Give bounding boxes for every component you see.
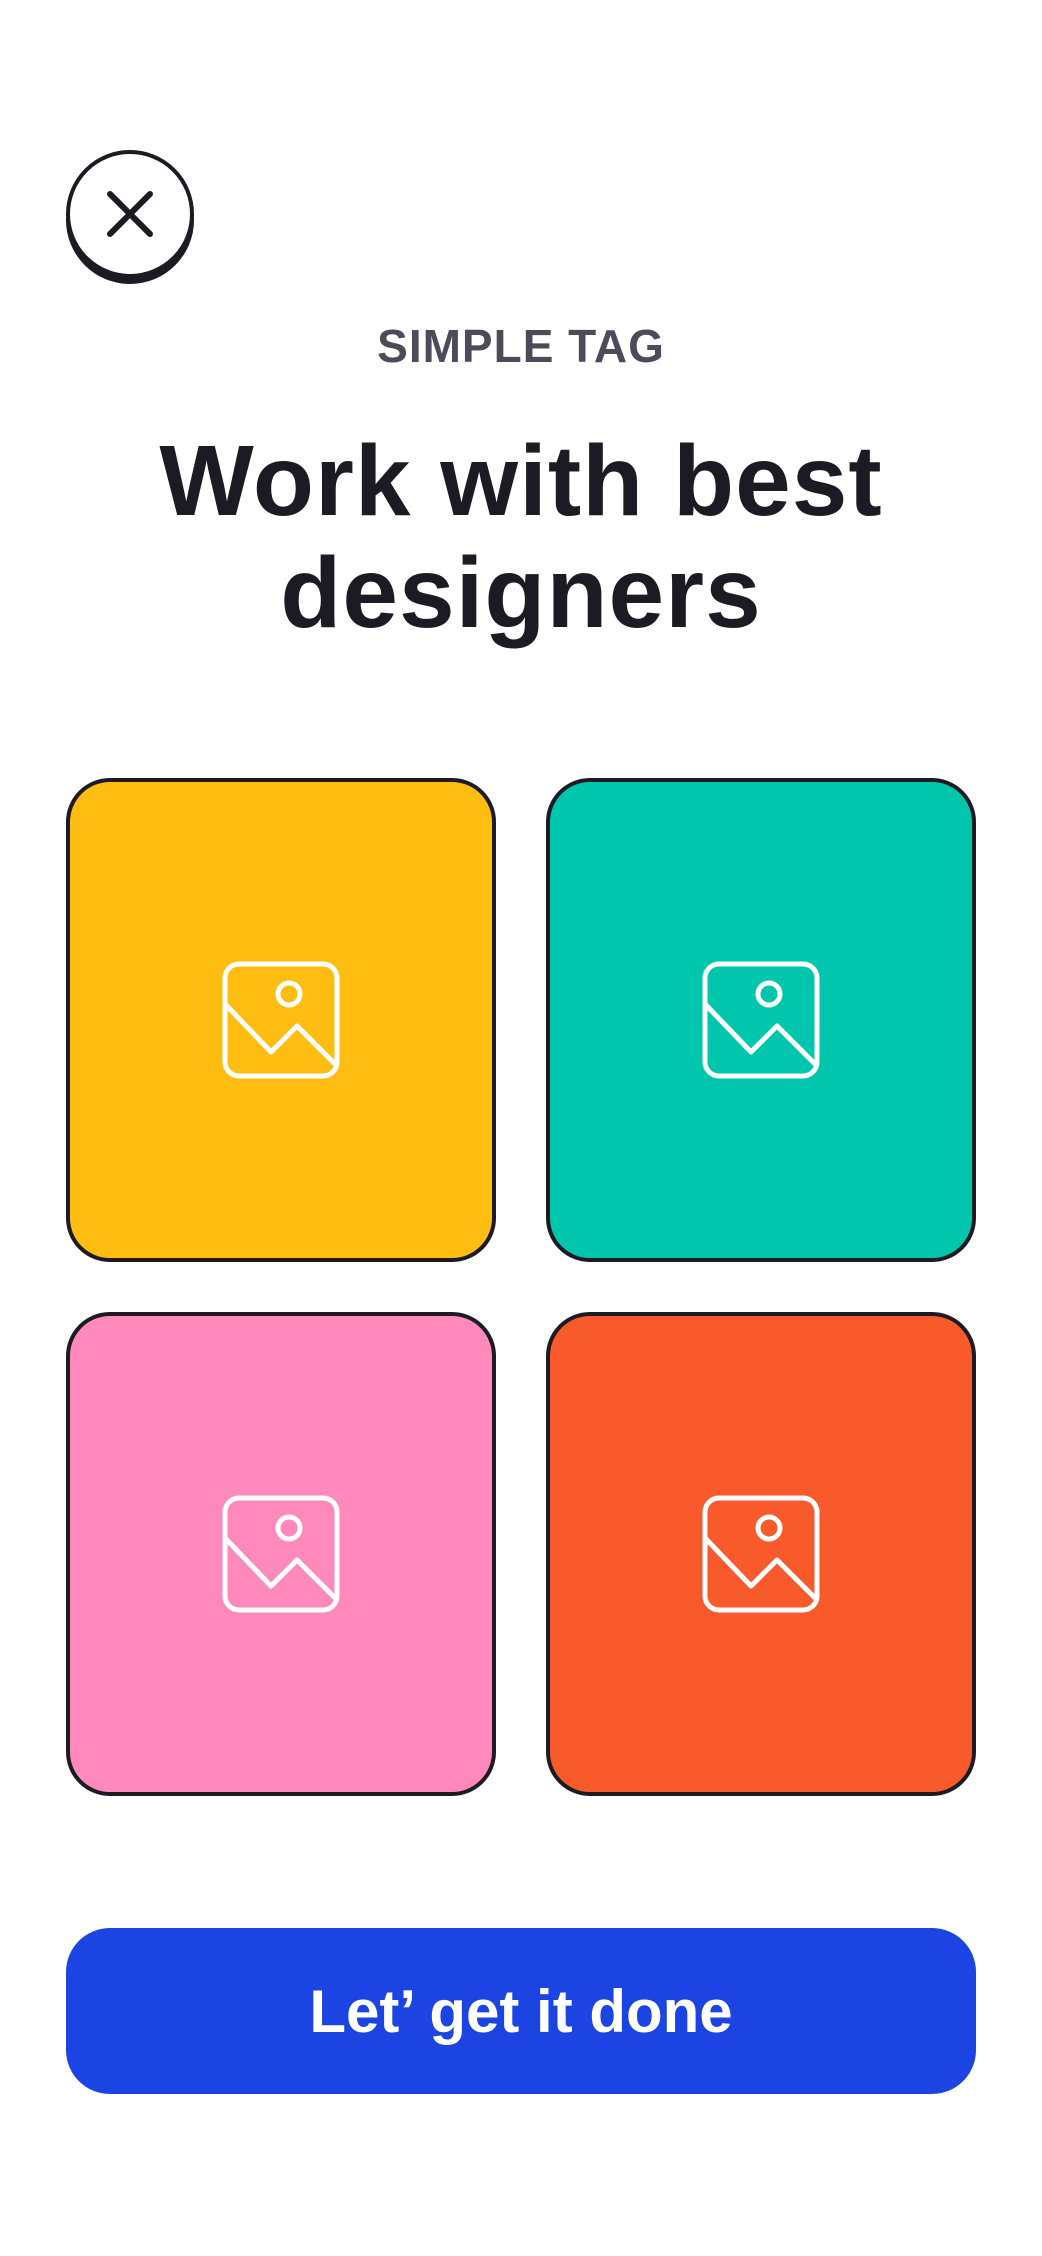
designer-tile-2[interactable] [546, 778, 976, 1262]
designer-tile-4[interactable] [546, 1312, 976, 1796]
designer-grid [66, 778, 976, 1796]
designer-tile-1[interactable] [66, 778, 496, 1262]
eyebrow-tag: SIMPLE TAG [377, 320, 665, 372]
page-title-line-2: designers [280, 537, 762, 649]
image-icon [702, 1495, 820, 1613]
close-button[interactable] [66, 150, 194, 278]
image-icon [222, 961, 340, 1079]
get-it-done-button[interactable]: Let’ get it done [66, 1928, 976, 2094]
image-icon [702, 961, 820, 1079]
image-icon [222, 1495, 340, 1613]
page-title: Work with best designers [60, 425, 982, 649]
designer-tile-3[interactable] [66, 1312, 496, 1796]
page-title-line-1: Work with best [159, 425, 883, 537]
close-icon [107, 191, 153, 237]
